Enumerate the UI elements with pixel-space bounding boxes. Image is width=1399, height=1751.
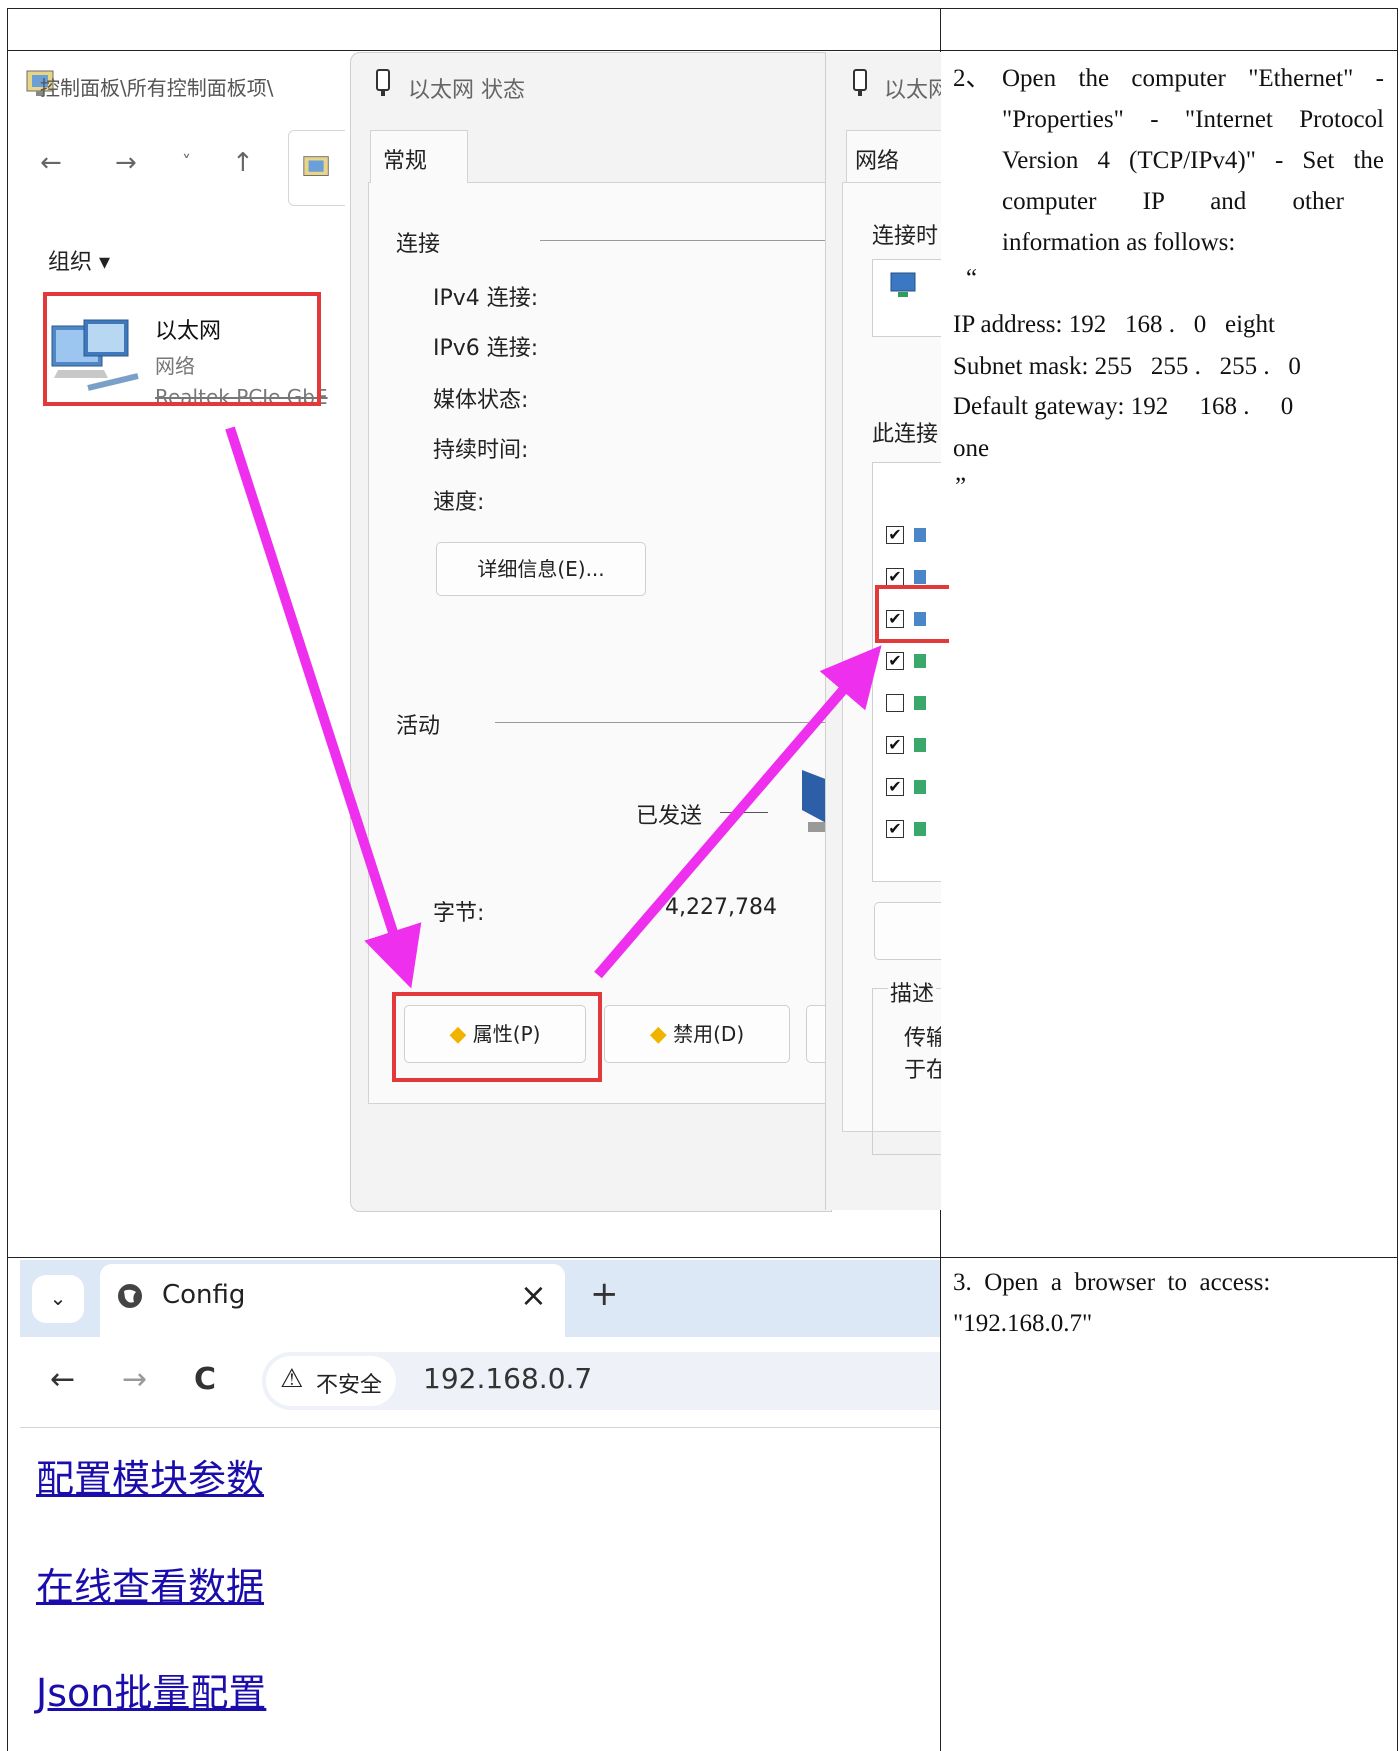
forward-icon[interactable]: → [115, 148, 137, 178]
connection-section-label: 连接 [396, 232, 441, 257]
tab-networking[interactable]: 网络 [846, 130, 941, 183]
view-data-online-link[interactable]: 在线查看数据 [36, 1556, 264, 1611]
network-adapter-icon [376, 69, 390, 96]
tab-networking-label: 网络 [855, 149, 900, 174]
subnet-mask-line: Subnet mask: 255 255 . 255 . 0 [953, 353, 1301, 380]
ipv4-item-highlight-box [875, 585, 949, 643]
item-checkbox[interactable]: ✔ [886, 526, 904, 544]
step3-line-1: 3. Open a browser to access: [953, 1269, 1271, 1296]
table-left-border [7, 8, 8, 1751]
activity-divider [495, 722, 830, 723]
description-text-line-2: 于在 [904, 1058, 941, 1083]
items-list[interactable] [872, 462, 941, 882]
step2-line-5: information as follows: [1002, 229, 1236, 256]
open-quote: “ [966, 265, 978, 292]
connection-divider [540, 240, 830, 241]
ip-address-line: IP address: 192 168 . 0 eight [953, 311, 1275, 338]
close-quote: ” [955, 473, 967, 500]
item-checkbox[interactable]: ✔ [886, 736, 904, 754]
warning-icon: ⚠ [280, 1364, 304, 1394]
item-checkbox[interactable]: ✔ [886, 568, 904, 586]
globe-icon [118, 1284, 142, 1308]
install-button-partial[interactable] [874, 902, 941, 960]
item-checkbox[interactable] [886, 694, 904, 712]
step2-instruction: Open the computer "Ethernet" - "Properti… [1002, 58, 1384, 263]
organize-menu[interactable]: 组织 ▾ [48, 244, 110, 276]
disable-button-label: 禁用(D) [673, 1022, 745, 1046]
protocol-item-icon [914, 738, 926, 752]
browser-forward-icon[interactable]: → [122, 1362, 147, 1397]
bytes-label: 字节: [433, 901, 485, 926]
step2-line-1: Open the computer "Ethernet" - [1002, 65, 1384, 92]
uac-shield-icon: ◆ [649, 1022, 667, 1047]
status-tab-panel [368, 182, 831, 1104]
sent-label: 已发送 [636, 804, 703, 829]
status-dialog-title: 以太网 状态 [408, 78, 525, 103]
disable-button[interactable]: ◆ 禁用(D) [604, 1005, 790, 1063]
connection-items-label: 此连接 [872, 422, 939, 447]
address-control-panel-icon [303, 156, 329, 176]
table-header-divider [7, 50, 1398, 51]
not-secure-label: 不安全 [316, 1373, 383, 1398]
json-batch-config-link[interactable]: Json批量配置 [36, 1662, 266, 1717]
details-button[interactable]: 详细信息(E)... [436, 542, 646, 596]
control-panel-breadcrumb: 控制面板\所有控制面板项\ [40, 76, 274, 100]
reload-icon[interactable]: C [194, 1362, 216, 1397]
tab-search-button[interactable]: ⌄ [32, 1275, 84, 1323]
item-checkbox[interactable]: ✔ [886, 652, 904, 670]
config-module-params-link[interactable]: 配置模块参数 [36, 1448, 264, 1503]
activity-section-label: 活动 [396, 714, 441, 739]
up-icon[interactable]: ↑ [232, 148, 254, 178]
ethernet-highlight-box [43, 292, 321, 406]
description-label: 描述 [888, 976, 937, 1008]
tab-general[interactable]: 常规 [370, 130, 468, 183]
protocol-item-icon [914, 528, 926, 542]
media-state-label: 媒体状态: [433, 388, 529, 413]
protocol-item-icon [914, 780, 926, 794]
description-text-line-1: 传输 [904, 1026, 941, 1051]
close-tab-icon[interactable]: × [520, 1276, 547, 1314]
protocol-item-icon [914, 654, 926, 668]
adapter-monitor-icon [890, 272, 916, 297]
connect-using-label: 连接时 [872, 224, 939, 249]
tab-title: Config [162, 1280, 246, 1310]
protocol-item-icon [914, 696, 926, 710]
item-checkbox[interactable]: ✔ [886, 778, 904, 796]
network-adapter-icon [853, 69, 867, 96]
protocol-item-icon [914, 570, 926, 584]
table-top-border [7, 8, 1398, 9]
step3-line-2: "192.168.0.7" [953, 1310, 1093, 1337]
sent-line [720, 812, 768, 813]
table-row-divider [7, 1257, 1398, 1258]
url-text[interactable]: 192.168.0.7 [423, 1362, 592, 1395]
step2-number: 2、 [953, 65, 991, 92]
default-gateway-line: Default gateway: 192 168 . 0 [953, 393, 1294, 420]
duration-label: 持续时间: [433, 438, 529, 463]
control-panel-window [20, 52, 350, 1210]
new-tab-icon[interactable]: + [590, 1274, 619, 1314]
step2-line-4: computer IP and other [1002, 188, 1344, 215]
ipv4-connection-label: IPv4 连接: [433, 286, 539, 311]
step2-line-3: Version 4 (TCP/IPv4)" - Set the [1002, 147, 1384, 174]
step2-line-2: "Properties" - "Internet Protocol [1002, 106, 1384, 133]
bytes-sent-value: 4,227,784 [665, 895, 777, 920]
properties-dialog-title: 以太网 [884, 78, 941, 103]
protocol-item-icon [914, 822, 926, 836]
default-gateway-continued: one [953, 435, 990, 462]
back-icon[interactable]: ← [40, 148, 62, 178]
speed-label: 速度: [433, 490, 485, 515]
recent-locations-icon[interactable]: ˅ [182, 152, 191, 173]
tab-general-label: 常规 [383, 149, 428, 174]
ipv6-connection-label: IPv6 连接: [433, 336, 539, 361]
item-checkbox[interactable]: ✔ [886, 820, 904, 838]
table-right-border [1397, 8, 1398, 1751]
browser-back-icon[interactable]: ← [50, 1362, 75, 1397]
address-bar[interactable] [288, 130, 345, 206]
properties-highlight-box [392, 992, 602, 1082]
